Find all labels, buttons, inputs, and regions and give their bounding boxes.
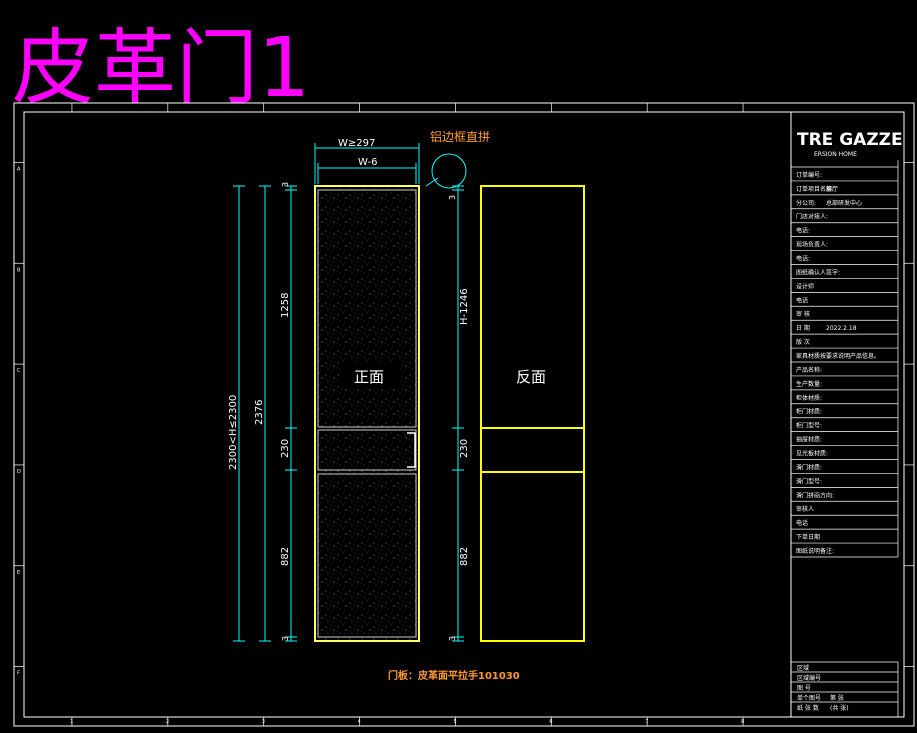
title-block-label: 现场负责人:: [796, 241, 828, 249]
title-block-label: 柜门型号:: [796, 422, 822, 430]
cad-drawing-canvas: 皮革门1 1 2 3 4 5 6 7 8 A B C D E F TRE GAZZE ERSION HOM…: [12, 21, 915, 727]
title-block-label: 图纸确认人签字:: [796, 268, 840, 276]
title-block-label: 下单日期: [796, 533, 820, 541]
dim-seg-top: 1258: [280, 293, 291, 318]
title-block-value: 2022.2.18: [826, 325, 857, 332]
title-block-label: 设计师: [796, 282, 814, 290]
dim-edge-bot: 3: [281, 636, 290, 641]
title-block-label: 版 次: [796, 338, 810, 346]
border-tick-label: 4: [358, 719, 361, 725]
company-logo-sub: ERSION HOME: [814, 151, 857, 158]
title-block-label: 产品名称:: [796, 366, 822, 374]
page-title: 皮革门1: [12, 21, 310, 116]
title-block-label: 电话: [796, 296, 808, 304]
title-block-label: 分公司:: [796, 199, 816, 207]
border-tick-label: 1: [70, 719, 73, 725]
inner-border: [23, 111, 905, 718]
title-block-label: 滑门材质:: [796, 463, 822, 471]
title-block-label: 审核人: [796, 505, 814, 513]
back-door: 反面: [480, 185, 585, 642]
border-side-label: C: [17, 368, 21, 374]
back-dim-edge-bot: 3: [448, 636, 457, 641]
border-tick-label: 3: [262, 719, 265, 725]
title-block-label: 见光板材质:: [796, 450, 828, 458]
border-side-label: A: [17, 166, 21, 172]
front-view-label: 正面: [354, 368, 384, 386]
title-block-label: 电话:: [796, 255, 810, 263]
title-block-label: 图纸说明备注:: [796, 547, 834, 555]
company-logo: TRE GAZZE: [797, 130, 903, 150]
title-block-bottom-label: 单个图号: [797, 694, 821, 702]
title-block-label: 家具材质按要求说明产品信息。: [796, 352, 880, 360]
border-side-label: D: [17, 469, 21, 475]
front-door: 正面: [314, 185, 420, 642]
title-block-label: 电话: [796, 519, 808, 527]
title-block-bottom-label: 区域编号: [797, 674, 821, 682]
title-block-value: 展厅: [826, 186, 838, 193]
dim-seg-mid: 230: [280, 439, 291, 458]
border-tick-label: 2: [166, 719, 169, 725]
title-block-label: 滑门拼画方向:: [796, 491, 834, 499]
back-dim-bot: 882: [459, 547, 470, 566]
title-block-label: 门店对接人:: [796, 213, 828, 221]
dim-top-width: W≥297: [338, 138, 375, 149]
title-block-label: 生产数量:: [796, 380, 822, 388]
dim-sub-height: 2376: [254, 400, 265, 425]
border-side-label: F: [17, 671, 20, 677]
title-block-value: 总部研发中心: [826, 199, 862, 207]
dim-total-height: 2300<H≤2300: [228, 395, 239, 470]
title-block: TRE GAZZE ERSION HOME 订单编号:订单项目名称:展厅分公司:…: [790, 111, 905, 718]
border-tick-marks: 1 2 3 4 5 6 7 8 A B C D E F: [14, 103, 914, 726]
back-dim-mid: 230: [459, 439, 470, 458]
title-block-label: 滑门型号:: [796, 477, 822, 485]
title-block-label: 日 期: [796, 324, 810, 332]
title-block-bottom-label: 纸 张 数: [797, 704, 819, 712]
title-block-bottom-value: 第 张: [830, 694, 844, 702]
border-tick-label: 5: [453, 719, 456, 725]
border-side-label: B: [17, 267, 21, 273]
title-block-label: 电话:: [796, 227, 810, 235]
title-block-label: 订单编号:: [796, 171, 822, 179]
back-view-label: 反面: [516, 368, 546, 386]
title-block-label: 柜体材质:: [796, 394, 822, 402]
title-block-label: 审 核: [796, 310, 810, 318]
dim-top-width-inner: W-6: [358, 157, 377, 168]
callout-label: 铝边框直拼: [430, 129, 490, 144]
door-type-note: 门板：皮革面平拉手101030: [388, 669, 520, 682]
outer-border: [13, 102, 915, 727]
border-side-label: E: [17, 570, 20, 576]
title-block-bottom-label: 区域: [797, 664, 809, 672]
border-tick-label: 8: [741, 719, 744, 725]
title-block-bottom-label: 图 号: [797, 685, 811, 692]
border-tick-label: 7: [645, 719, 648, 725]
back-dim-edge-top: 3: [448, 195, 457, 200]
title-block-label: 抽屉材质:: [796, 436, 822, 444]
dim-edge-top: 3: [281, 182, 290, 187]
border-tick-label: 6: [549, 719, 552, 725]
title-block-label: 柜门材质:: [796, 408, 822, 416]
title-block-bottom-value: (共 张): [830, 704, 849, 712]
dim-seg-bot: 882: [280, 547, 291, 566]
back-dim-top: H-1246: [459, 288, 470, 325]
